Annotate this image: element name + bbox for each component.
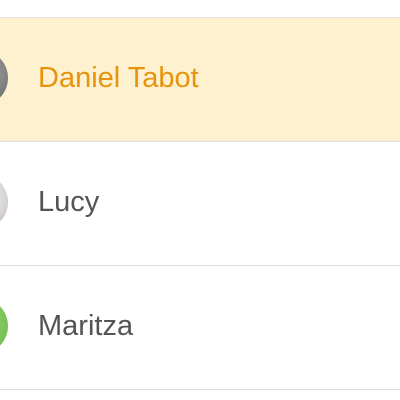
contact-avatar: [0, 298, 8, 354]
contact-name: Maritza: [38, 310, 134, 342]
contact-row-maritza[interactable]: Maritza: [0, 266, 400, 390]
contact-name: Lucy: [38, 186, 100, 218]
contact-avatar: [0, 50, 8, 106]
contact-row-lucy[interactable]: Lucy: [0, 142, 400, 266]
contact-list: Daniel Tabot Lucy Maritza: [0, 0, 400, 400]
contact-avatar: [0, 174, 8, 230]
contact-row-daniel-tabot[interactable]: Daniel Tabot: [0, 18, 400, 142]
previous-row-edge: [0, 0, 400, 18]
contact-name: Daniel Tabot: [38, 62, 199, 94]
